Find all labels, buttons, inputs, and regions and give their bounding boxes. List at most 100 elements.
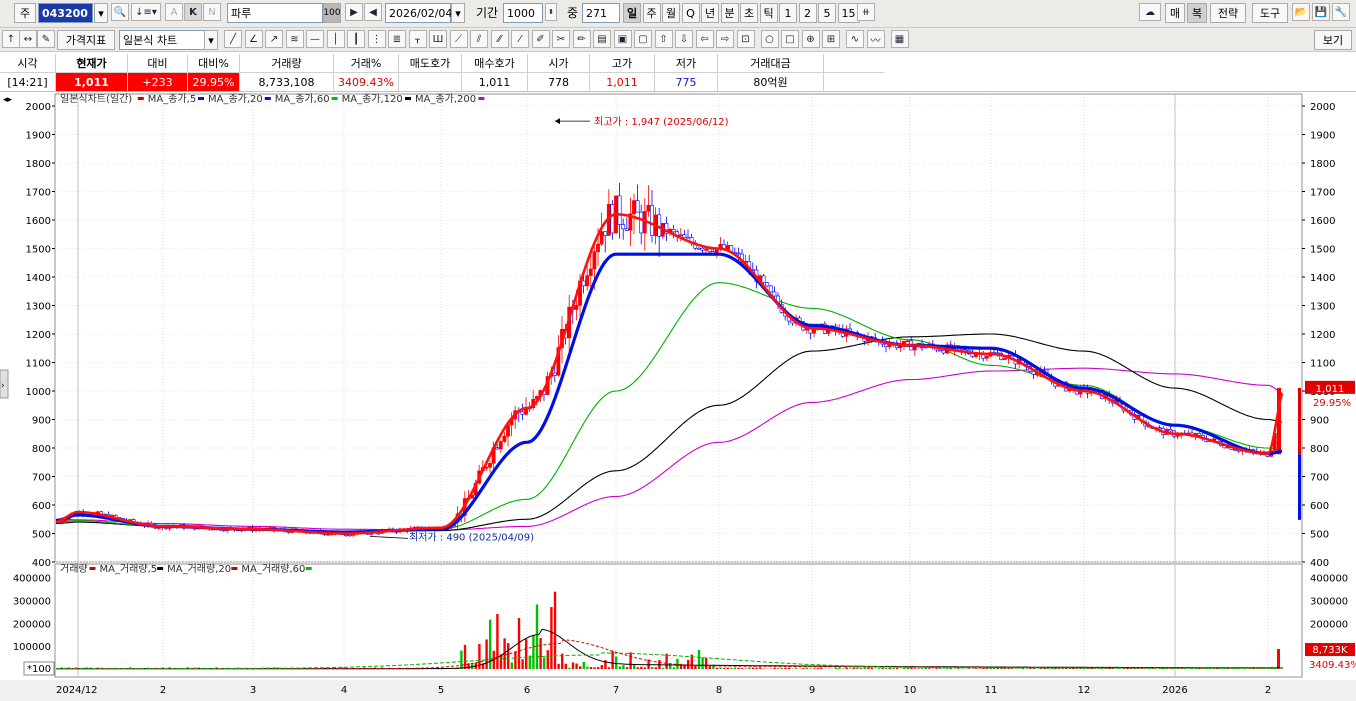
draw-tool-29-icon[interactable]: ⊞	[822, 30, 840, 48]
period-btn-9[interactable]: 2	[799, 3, 817, 23]
code-dropdown-arrow[interactable]: ▾	[94, 3, 108, 23]
edit-icon[interactable]: ✎	[37, 30, 55, 48]
draw-tool-14-icon[interactable]: ⁄	[511, 30, 529, 48]
draw-tool-30-icon[interactable]: ∿	[846, 30, 864, 48]
scroll-up-icon[interactable]: ↑	[2, 30, 20, 48]
draw-tool-5-icon[interactable]: │	[327, 30, 345, 48]
volume-bar	[935, 668, 937, 669]
candle-body	[503, 436, 506, 441]
volume-bar	[849, 668, 851, 669]
candle-body	[704, 249, 707, 250]
n-button[interactable]: N	[203, 3, 221, 21]
period-btn-6[interactable]: 초	[740, 3, 758, 23]
draw-tool-31-icon[interactable]: 〰	[867, 30, 885, 48]
volume-bar	[568, 668, 570, 669]
draw-tool-11-icon[interactable]: ⟋	[450, 30, 468, 48]
period-btn-3[interactable]: Q	[682, 3, 700, 23]
draw-tool-26-icon[interactable]: ○	[761, 30, 779, 48]
multi-button[interactable]: 복	[1187, 3, 1207, 23]
chart-grid-icon[interactable]: ⧺	[857, 3, 875, 21]
draw-tool-16-icon[interactable]: ✂	[552, 30, 570, 48]
draw-tool-4-icon[interactable]: —	[306, 30, 324, 48]
k-button[interactable]: K	[184, 3, 202, 21]
draw-tool-17-icon[interactable]: ✏	[573, 30, 591, 48]
period-btn-1[interactable]: 주	[643, 3, 661, 23]
period-btn-5[interactable]: 분	[721, 3, 739, 23]
draw-tool-24-icon[interactable]: ⇨	[716, 30, 734, 48]
draw-tool-6-icon[interactable]: ┃	[347, 30, 365, 48]
legend-swatch	[198, 97, 204, 100]
view-button[interactable]: 보기	[1314, 30, 1352, 50]
single-button[interactable]: 매	[1165, 3, 1185, 23]
candle-body	[604, 232, 607, 236]
draw-tool-18-icon[interactable]: ▤	[593, 30, 611, 48]
period-btn-2[interactable]: 월	[662, 3, 680, 23]
draw-tool-27-icon[interactable]: □	[781, 30, 799, 48]
quote-header-1: 현재가	[56, 54, 128, 72]
draw-tool-3-icon[interactable]: ≋	[286, 30, 304, 48]
vol-tick-left: 400000	[13, 574, 51, 585]
candle-body	[884, 344, 887, 347]
quote-header-6: 매도호가	[399, 54, 462, 72]
x-tick: 4	[341, 685, 347, 696]
period-spinner[interactable]: ⬍	[545, 3, 557, 21]
search-icon[interactable]: 🔍	[111, 3, 129, 21]
legend-swatch	[332, 97, 338, 100]
draw-tool-10-icon[interactable]: Ш	[429, 30, 447, 48]
sort-icon[interactable]: ↓≡▾	[131, 3, 161, 21]
date-input[interactable]: 2026/02/04	[385, 3, 451, 23]
draw-tool-23-icon[interactable]: ⇦	[696, 30, 714, 48]
period-input[interactable]: 1000	[503, 3, 543, 23]
price-tick-left: 1300	[26, 302, 51, 313]
period-btn-10[interactable]: 5	[818, 3, 836, 23]
candle-body	[679, 235, 682, 236]
volume-bar	[485, 639, 487, 669]
draw-tool-20-icon[interactable]: ▢	[634, 30, 652, 48]
draw-tool-2-icon[interactable]: ↗	[265, 30, 283, 48]
draw-tool-12-icon[interactable]: ⫽	[470, 30, 488, 48]
period-btn-8[interactable]: 1	[779, 3, 797, 23]
draw-tool-19-icon[interactable]: ▣	[614, 30, 632, 48]
next-arrow-icon[interactable]: ▶	[345, 3, 363, 21]
chart-type-select[interactable]: 일본식 차트	[119, 30, 205, 50]
wrench-icon[interactable]: 🔧	[1332, 3, 1350, 21]
draw-tool-9-icon[interactable]: ᚁ	[409, 30, 427, 48]
chart-type-arrow[interactable]: ▾	[204, 30, 218, 50]
draw-tool-15-icon[interactable]: ✐	[532, 30, 550, 48]
count-input[interactable]: 271	[582, 3, 620, 23]
market-select[interactable]: 주	[14, 3, 36, 23]
cloud-icon[interactable]: ☁	[1139, 3, 1161, 21]
quote-value-7: 1,011	[462, 73, 528, 91]
period-btn-0[interactable]: 일	[623, 3, 641, 23]
draw-tool-0-icon[interactable]: ╱	[224, 30, 242, 48]
volume-bar	[863, 668, 865, 669]
draw-tool-28-icon[interactable]: ⊕	[802, 30, 820, 48]
draw-tool-32-icon[interactable]: ▦	[891, 30, 909, 48]
quote-divider	[0, 72, 884, 73]
draw-tool-7-icon[interactable]: ⋮	[368, 30, 386, 48]
stock-name-field[interactable]: 파루	[227, 3, 323, 23]
a-button[interactable]: A	[165, 3, 183, 21]
tools-button[interactable]: 도구	[1252, 3, 1288, 23]
draw-tool-22-icon[interactable]: ⇩	[675, 30, 693, 48]
candle-body	[596, 244, 599, 252]
folder-icon[interactable]: 📂	[1292, 3, 1310, 21]
draw-tool-25-icon[interactable]: ⊡	[737, 30, 755, 48]
prev-arrow-icon[interactable]: ◀	[364, 3, 382, 21]
candlestick-chart[interactable]: 2000200019001900180018001700170016001600…	[0, 92, 1356, 698]
draw-tool-13-icon[interactable]: ⁄⁄	[491, 30, 509, 48]
draw-tool-21-icon[interactable]: ⇧	[655, 30, 673, 48]
draw-tool-1-icon[interactable]: ∠	[245, 30, 263, 48]
date-dropdown-arrow[interactable]: ▾	[451, 3, 465, 23]
period-btn-4[interactable]: 년	[701, 3, 719, 23]
volume-bar	[723, 668, 725, 669]
vol-tick-left: 300000	[13, 597, 51, 608]
indicator-button[interactable]: 가격지표	[57, 30, 115, 50]
volume-bar	[755, 668, 757, 669]
period-btn-7[interactable]: 틱	[760, 3, 778, 23]
stock-code-input[interactable]: 043200	[38, 3, 93, 23]
expand-icon[interactable]: ↔	[19, 30, 37, 48]
save-icon[interactable]: 💾	[1312, 3, 1330, 21]
strategy-button[interactable]: 전략	[1210, 3, 1246, 23]
draw-tool-8-icon[interactable]: ≣	[388, 30, 406, 48]
